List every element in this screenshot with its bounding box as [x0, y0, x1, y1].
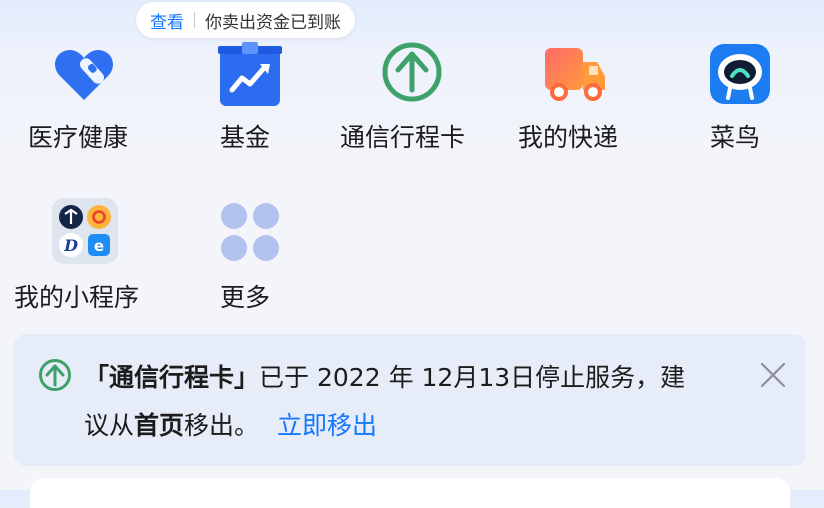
mini-programs-icon: D e — [52, 198, 118, 264]
app-label: 基金 — [220, 123, 271, 152]
app-label: 通信行程卡 — [340, 123, 466, 152]
remove-now-link[interactable]: 立即移出 — [277, 411, 377, 440]
app-label: 菜鸟 — [710, 123, 761, 152]
delivery-truck-icon — [545, 48, 605, 101]
quote-close: 」 — [234, 363, 260, 392]
heart-bandage-icon — [55, 50, 113, 100]
notice-text-c: 移出。 — [184, 411, 260, 440]
app-label: 我的快递 — [518, 123, 619, 152]
quote-open: 「 — [84, 363, 110, 392]
notice-text-line2: 议从首页移出。 立即移出 — [84, 406, 377, 442]
green-up-arrow-icon — [39, 359, 71, 391]
tooltip-message: 你卖出资金已到账 — [205, 12, 341, 33]
cainiao-robot-icon — [710, 44, 770, 104]
notice-text-homepage: 首页 — [134, 411, 185, 440]
notice-text-main: 已于 2022 年 12月13日停止服务，建 — [259, 363, 686, 392]
next-card — [30, 478, 790, 508]
more-grid-icon — [221, 203, 279, 261]
app-label: 更多 — [220, 283, 271, 312]
fund-chart-icon — [218, 42, 282, 106]
service-stopped-notice: 「通信行程卡」已于 2022 年 12月13日停止服务，建 议从首页移出。 立即移… — [14, 334, 806, 466]
tooltip-divider — [194, 12, 195, 28]
toast-tooltip: 查看 你卖出资金已到账 — [136, 2, 355, 38]
green-up-arrow-icon — [382, 42, 442, 102]
svg-text:e: e — [94, 237, 104, 255]
notice-text-line1: 「通信行程卡」已于 2022 年 12月13日停止服务，建 — [84, 358, 685, 394]
app-label: 我的小程序 — [14, 283, 140, 312]
svg-text:D: D — [63, 236, 78, 255]
close-icon[interactable] — [758, 360, 788, 390]
app-label: 医疗健康 — [28, 123, 129, 152]
notice-app-name: 通信行程卡 — [109, 363, 235, 392]
view-link[interactable]: 查看 — [150, 8, 184, 33]
notice-text-a: 议从 — [84, 411, 135, 440]
